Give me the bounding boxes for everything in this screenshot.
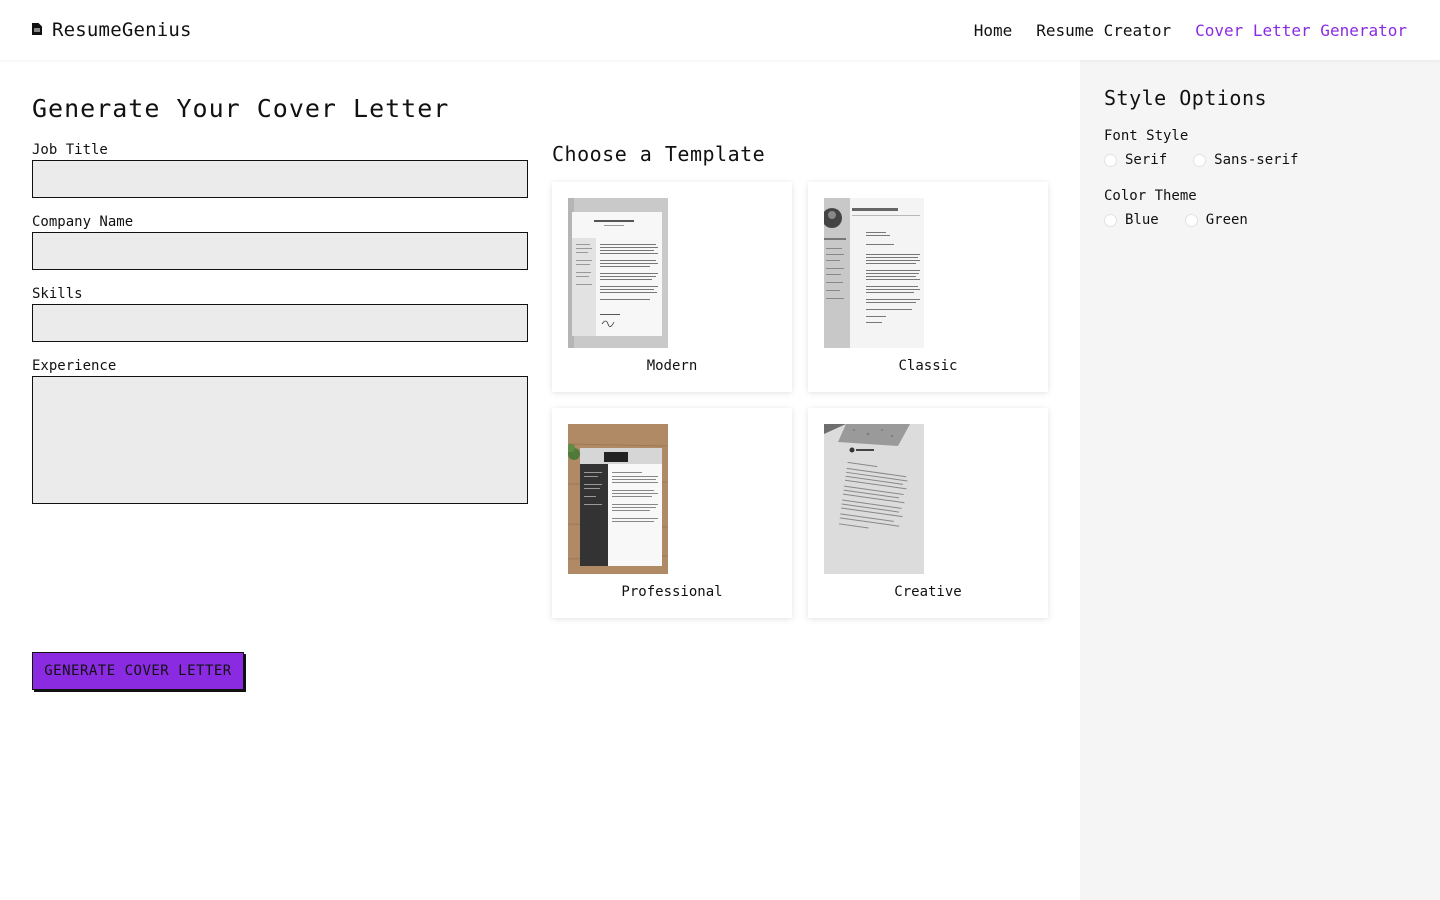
template-heading: Choose a Template bbox=[552, 142, 766, 166]
template-thumbnail-classic bbox=[824, 198, 924, 348]
color-theme-group: Color Theme Blue Green bbox=[1104, 188, 1416, 228]
template-name-creative: Creative bbox=[894, 584, 962, 600]
nav-home[interactable]: Home bbox=[974, 21, 1013, 40]
template-grid: Modern Classic Professional Creative bbox=[552, 182, 1048, 618]
page-title: Generate Your Cover Letter bbox=[32, 94, 450, 123]
template-thumbnail-creative bbox=[824, 424, 924, 574]
font-style-label: Font Style bbox=[1104, 128, 1189, 144]
font-style-group: Font Style Serif Sans-serif bbox=[1104, 128, 1416, 168]
company-name-label: Company Name bbox=[32, 214, 134, 230]
template-card-modern[interactable]: Modern bbox=[552, 182, 792, 392]
color-theme-label: Color Theme bbox=[1104, 188, 1197, 204]
skills-input[interactable] bbox=[32, 304, 528, 342]
template-card-classic[interactable]: Classic bbox=[808, 182, 1048, 392]
template-thumbnail-professional bbox=[568, 424, 668, 574]
skills-group: Skills bbox=[32, 286, 528, 342]
template-name-modern: Modern bbox=[646, 358, 698, 374]
color-theme-green-radio[interactable]: Green bbox=[1184, 212, 1248, 228]
document-icon bbox=[32, 23, 44, 37]
color-theme-green-label: Green bbox=[1205, 212, 1248, 228]
color-theme-blue-label: Blue bbox=[1125, 212, 1159, 228]
nav-resume-creator[interactable]: Resume Creator bbox=[1036, 21, 1171, 40]
font-style-sans-serif-label: Sans-serif bbox=[1214, 152, 1299, 168]
style-options-heading: Style Options bbox=[1104, 86, 1268, 110]
color-theme-options: Blue Green bbox=[1104, 212, 1416, 228]
job-title-label: Job Title bbox=[32, 142, 108, 158]
job-title-group: Job Title bbox=[32, 142, 528, 198]
main-nav: Home Resume Creator Cover Letter Generat… bbox=[974, 21, 1407, 40]
experience-group: Experience bbox=[32, 358, 528, 508]
template-card-professional[interactable]: Professional bbox=[552, 408, 792, 618]
brand-name: ResumeGenius bbox=[52, 19, 192, 41]
generate-cover-letter-button[interactable]: GENERATE COVER LETTER bbox=[32, 652, 244, 690]
skills-label: Skills bbox=[32, 286, 83, 302]
nav-cover-letter-generator[interactable]: Cover Letter Generator bbox=[1195, 21, 1407, 40]
experience-label: Experience bbox=[32, 358, 117, 374]
main-content: Generate Your Cover Letter Job Title Com… bbox=[32, 60, 1048, 900]
template-picker: Choose a Template Modern Classic Profess… bbox=[552, 142, 1048, 618]
template-thumbnail-modern bbox=[568, 198, 668, 348]
template-name-classic: Classic bbox=[898, 358, 958, 374]
company-name-group: Company Name bbox=[32, 214, 528, 270]
style-options-sidebar: Style Options Font Style Serif Sans-seri… bbox=[1080, 60, 1440, 900]
font-style-serif-label: Serif bbox=[1125, 152, 1168, 168]
cover-letter-form: Job Title Company Name Skills Experience bbox=[32, 142, 528, 524]
radio-circle-icon[interactable] bbox=[1184, 213, 1198, 227]
template-name-professional: Professional bbox=[621, 584, 723, 600]
radio-circle-icon[interactable] bbox=[1193, 153, 1207, 167]
radio-circle-icon[interactable] bbox=[1104, 153, 1117, 167]
font-style-sans-serif-radio[interactable]: Sans-serif bbox=[1193, 152, 1298, 168]
color-theme-blue-radio[interactable]: Blue bbox=[1104, 212, 1159, 228]
experience-textarea[interactable] bbox=[32, 376, 528, 504]
top-navbar: ResumeGenius Home Resume Creator Cover L… bbox=[0, 0, 1440, 60]
job-title-input[interactable] bbox=[32, 160, 528, 198]
font-style-options: Serif Sans-serif bbox=[1104, 152, 1416, 168]
radio-circle-icon[interactable] bbox=[1104, 213, 1117, 227]
template-card-creative[interactable]: Creative bbox=[808, 408, 1048, 618]
company-name-input[interactable] bbox=[32, 232, 528, 270]
brand[interactable]: ResumeGenius bbox=[32, 19, 192, 41]
font-style-serif-radio[interactable]: Serif bbox=[1104, 152, 1167, 168]
